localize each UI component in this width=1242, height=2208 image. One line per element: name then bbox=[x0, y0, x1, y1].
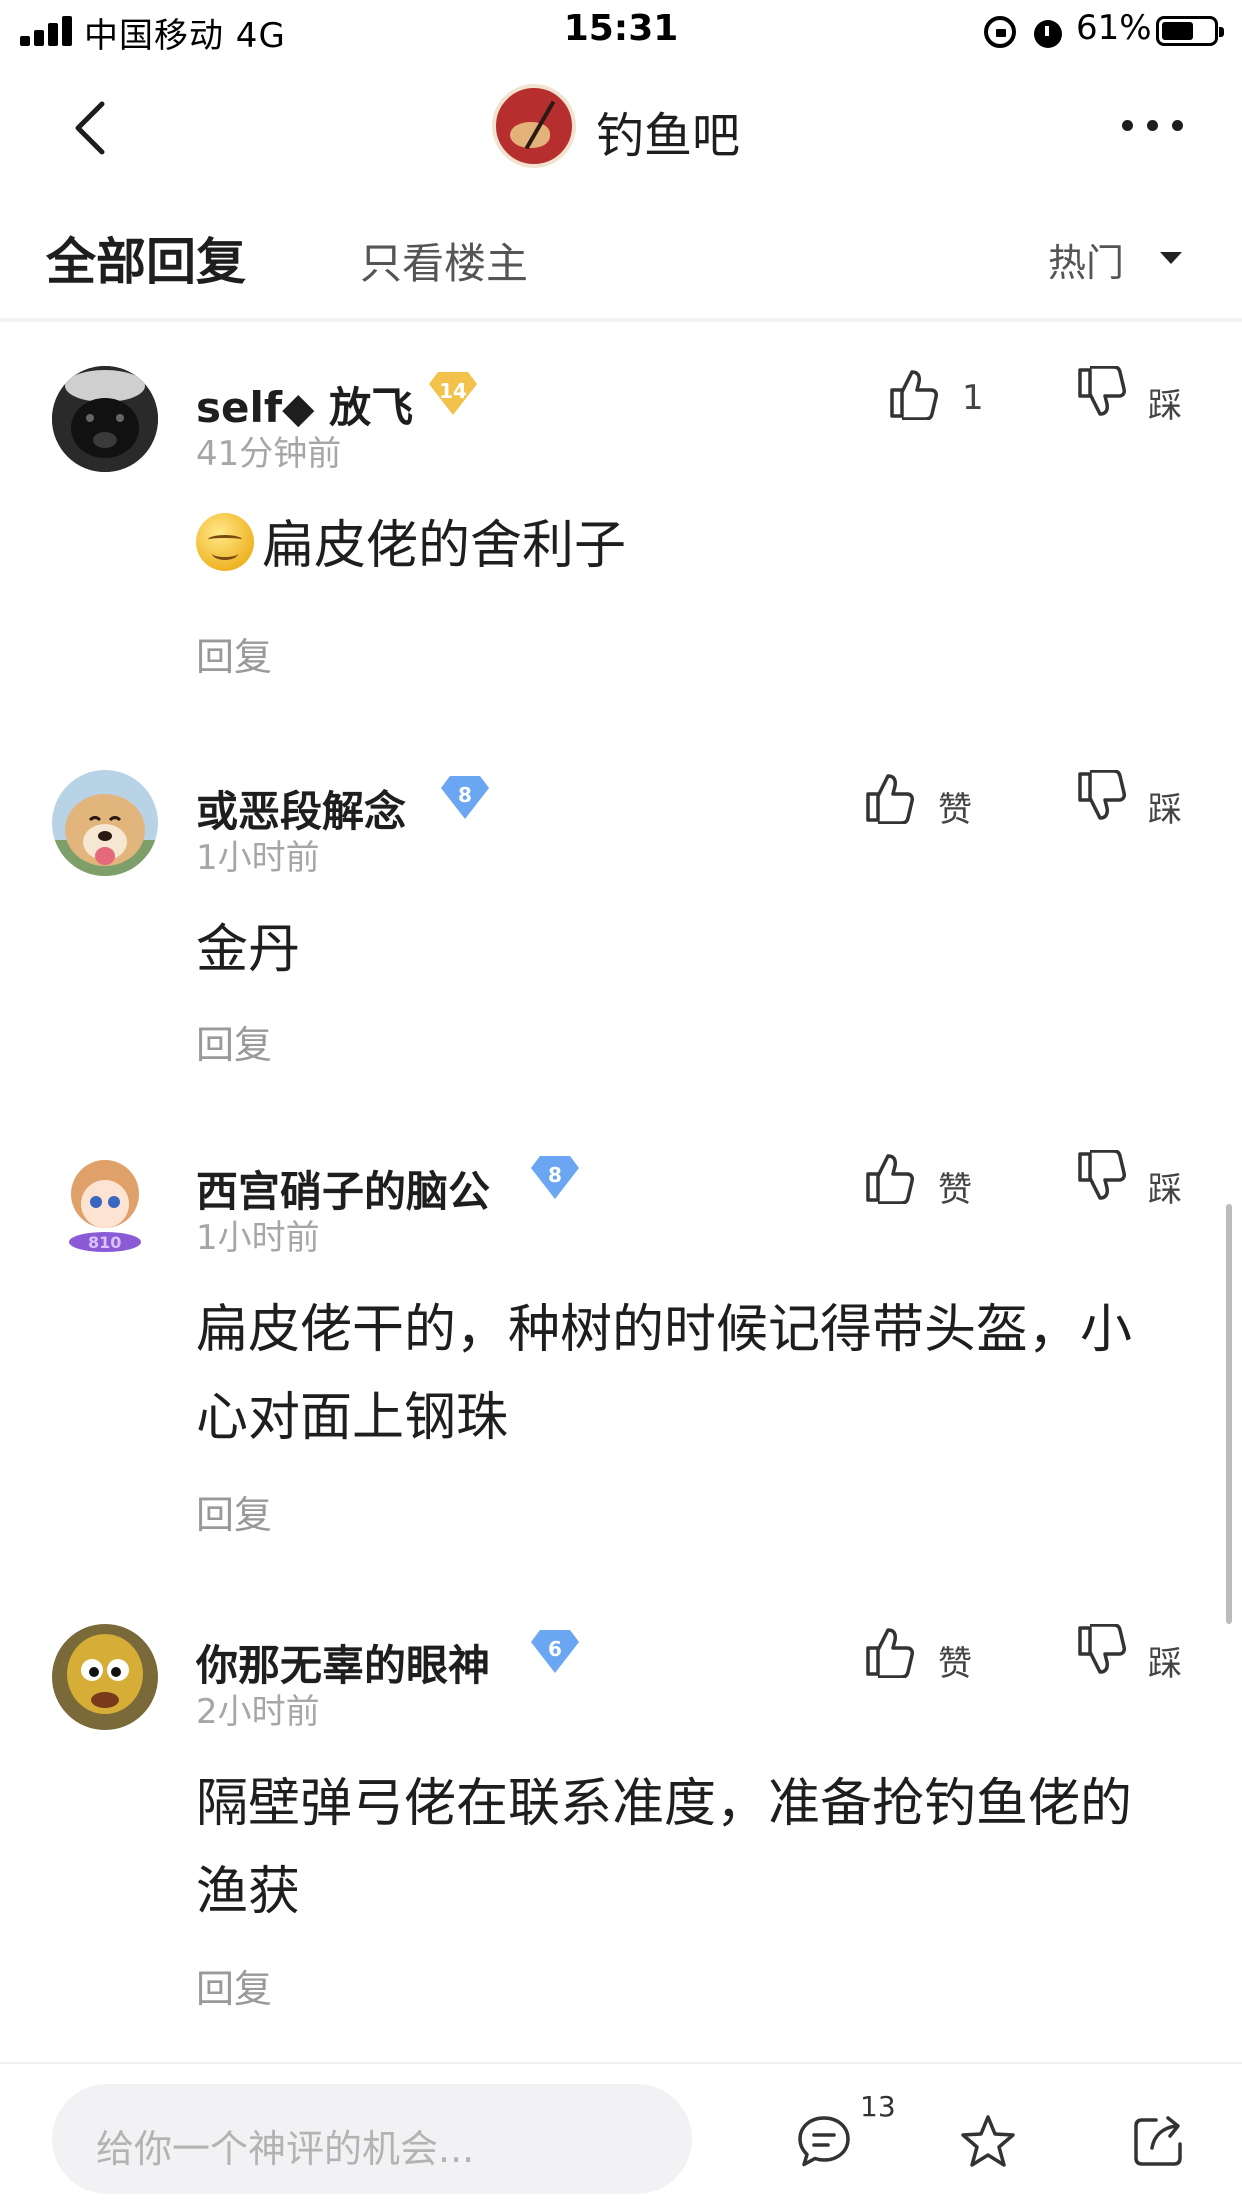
avatar[interactable] bbox=[52, 770, 158, 876]
level-badge: 8 bbox=[440, 774, 490, 820]
timestamp: 2小时前 bbox=[196, 1692, 320, 1732]
reply-button[interactable]: 回复 bbox=[196, 1014, 272, 1069]
star-icon[interactable] bbox=[958, 2112, 1018, 2172]
forum-avatar[interactable] bbox=[492, 84, 576, 168]
reply-button[interactable]: 回复 bbox=[196, 1484, 272, 1539]
tab-op-only[interactable]: 只看楼主 bbox=[360, 230, 528, 291]
dislike-label[interactable]: 踩 bbox=[1148, 378, 1182, 427]
comment-text: 隔壁弹弓佬在联系准度，准备抢钓鱼佬的渔获 bbox=[196, 1774, 1133, 1922]
alarm-icon bbox=[1032, 14, 1064, 48]
comment-item: self◆ 放飞 14 41分钟前 1 踩 扁皮佬的舍利子 回复 bbox=[0, 366, 1242, 696]
comment-text: 扁皮佬干的，种树的时候记得带头盔，小心对面上钢珠 bbox=[196, 1300, 1133, 1448]
comment-count-badge: 13 bbox=[860, 2090, 896, 2123]
timestamp: 1小时前 bbox=[196, 838, 320, 878]
more-icon[interactable] bbox=[1122, 120, 1184, 132]
tab-all-replies[interactable]: 全部回复 bbox=[46, 222, 246, 294]
scrollbar[interactable] bbox=[1226, 1204, 1232, 1624]
bottom-bar: 给你一个神评的机会... 13 bbox=[0, 2062, 1242, 2208]
level-badge: 14 bbox=[428, 370, 478, 416]
chevron-down-icon[interactable] bbox=[1160, 252, 1182, 264]
dislike-label[interactable]: 踩 bbox=[1148, 1162, 1182, 1211]
dislike-icon[interactable] bbox=[1076, 366, 1128, 420]
status-bar: 中国移动 4G 15:31 61% bbox=[0, 0, 1242, 62]
avatar[interactable] bbox=[52, 1624, 158, 1730]
comment-input[interactable]: 给你一个神评的机会... bbox=[52, 2084, 692, 2194]
like-icon[interactable] bbox=[864, 770, 916, 824]
avatar[interactable]: 810 bbox=[52, 1150, 158, 1256]
back-icon[interactable] bbox=[64, 98, 124, 158]
comment-text: 金丹 bbox=[196, 920, 301, 980]
comment-input-placeholder: 给你一个神评的机会... bbox=[96, 2127, 475, 2171]
comment-content: 扁皮佬的舍利子 bbox=[196, 502, 1136, 590]
level-number: 6 bbox=[548, 1637, 562, 1661]
level-badge: 6 bbox=[530, 1628, 580, 1674]
sort-select[interactable]: 热门 bbox=[1048, 232, 1124, 287]
comment-text: 扁皮佬的舍利子 bbox=[262, 516, 627, 576]
forum-title[interactable]: 钓鱼吧 bbox=[596, 96, 740, 166]
rotation-lock-icon bbox=[984, 16, 1016, 48]
battery-icon bbox=[1156, 16, 1224, 46]
battery-percent: 61% bbox=[1076, 8, 1152, 48]
dislike-label[interactable]: 踩 bbox=[1148, 782, 1182, 831]
like-count[interactable]: 1 bbox=[962, 378, 984, 418]
timestamp: 41分钟前 bbox=[196, 434, 342, 474]
timestamp: 1小时前 bbox=[196, 1218, 320, 1258]
like-icon[interactable] bbox=[864, 1624, 916, 1678]
like-label[interactable]: 赞 bbox=[938, 782, 972, 831]
comment-item: 或恶段解念 8 1小时前 赞 踩 金丹 回复 bbox=[0, 770, 1242, 1070]
like-label[interactable]: 赞 bbox=[938, 1162, 972, 1211]
dislike-icon[interactable] bbox=[1076, 1624, 1128, 1678]
like-icon[interactable] bbox=[888, 366, 940, 420]
dislike-icon[interactable] bbox=[1076, 1150, 1128, 1204]
like-label[interactable]: 赞 bbox=[938, 1636, 972, 1685]
tab-bar: 全部回复 只看楼主 热门 bbox=[0, 192, 1242, 322]
smile-emoji-icon bbox=[196, 513, 254, 571]
reply-button[interactable]: 回复 bbox=[196, 626, 272, 681]
level-number: 8 bbox=[458, 783, 472, 807]
avatar[interactable] bbox=[52, 366, 158, 472]
dislike-icon[interactable] bbox=[1076, 770, 1128, 824]
like-icon[interactable] bbox=[864, 1150, 916, 1204]
share-icon[interactable] bbox=[1128, 2112, 1188, 2172]
comment-icon[interactable] bbox=[794, 2112, 854, 2172]
dislike-label[interactable]: 踩 bbox=[1148, 1636, 1182, 1685]
svg-text:810: 810 bbox=[88, 1233, 121, 1252]
level-badge: 8 bbox=[530, 1154, 580, 1200]
level-number: 8 bbox=[548, 1163, 562, 1187]
comment-item: 810 西宫硝子的脑公 8 1小时前 赞 踩 扁皮佬干的，种树的时候记得带头盔，… bbox=[0, 1150, 1242, 1550]
comment-item: 你那无辜的眼神 6 2小时前 赞 踩 隔壁弹弓佬在联系准度，准备抢钓鱼佬的渔获 … bbox=[0, 1624, 1242, 2024]
level-number: 14 bbox=[439, 379, 467, 403]
nav-bar: 钓鱼吧 bbox=[0, 62, 1242, 192]
reply-button[interactable]: 回复 bbox=[196, 1958, 272, 2013]
